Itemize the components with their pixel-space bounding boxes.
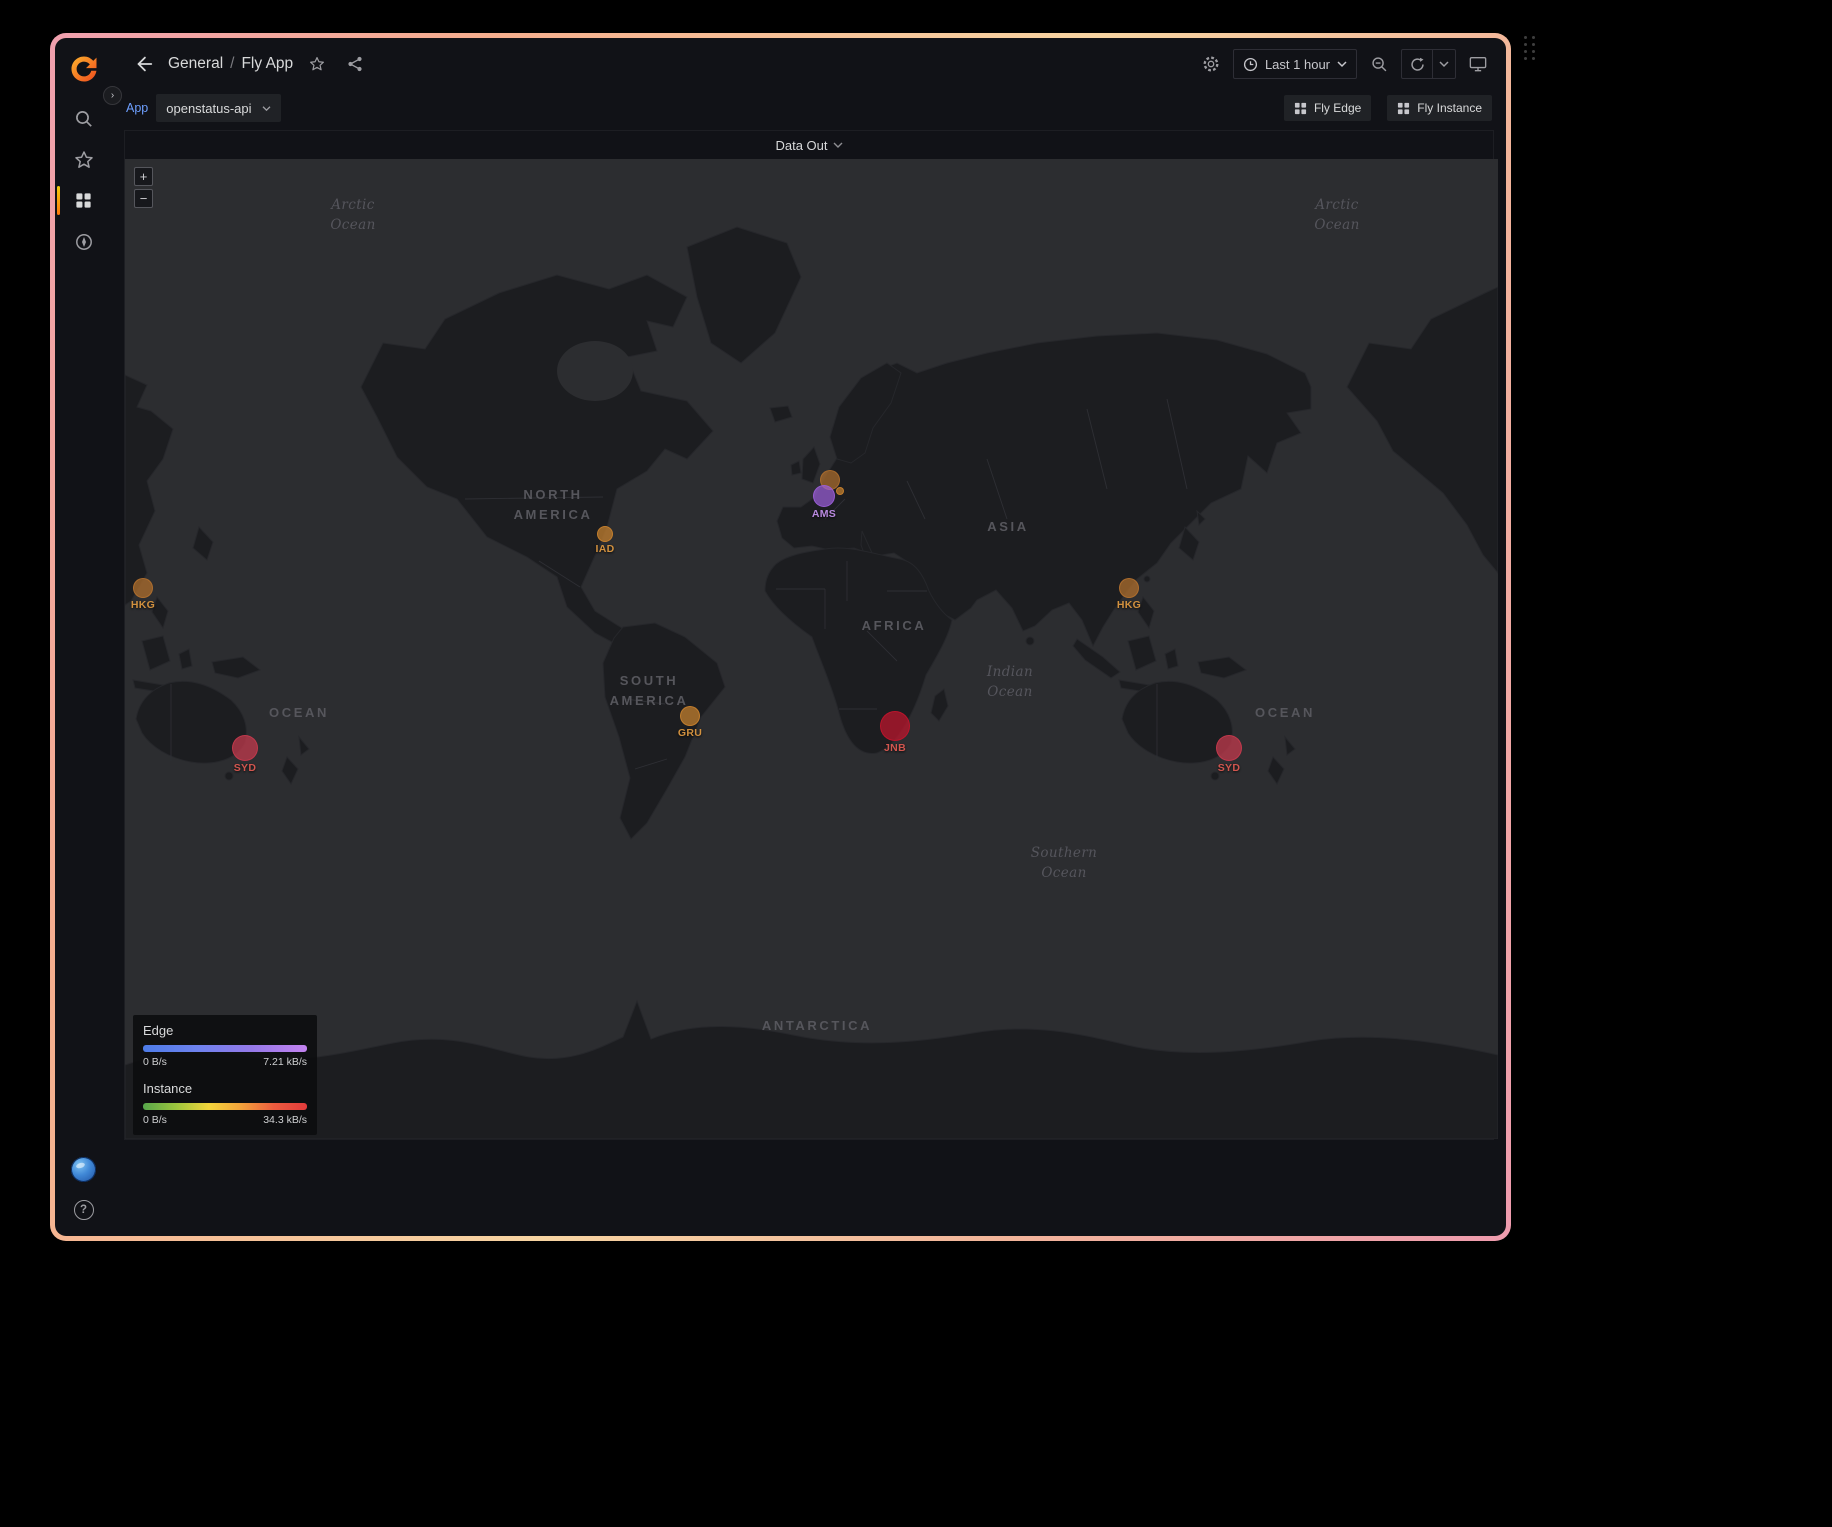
main-area: General / Fly App bbox=[112, 38, 1506, 1236]
dashboard-link-fly-edge[interactable]: Fly Edge bbox=[1284, 95, 1371, 121]
sidebar-item-search[interactable] bbox=[55, 98, 112, 139]
breadcrumb: General / Fly App bbox=[168, 55, 293, 73]
refresh-button[interactable] bbox=[1402, 50, 1432, 78]
submenu-bar: App openstatus-api Fly Edge bbox=[112, 90, 1506, 126]
map-legend: Edge 0 B/s 7.21 kB/s Instance 0 B/s bbox=[133, 1015, 317, 1135]
map-marker-hkg[interactable] bbox=[1119, 578, 1139, 598]
sidebar-item-dashboards[interactable] bbox=[55, 180, 112, 221]
breadcrumb-section[interactable]: General bbox=[168, 55, 223, 73]
legend-min: 0 B/s bbox=[143, 1114, 167, 1126]
instance-gradient-bar bbox=[143, 1103, 307, 1110]
refresh-icon bbox=[1410, 57, 1425, 72]
map-marker-ams[interactable] bbox=[813, 485, 835, 507]
legend-section-edge: Edge 0 B/s 7.21 kB/s bbox=[143, 1023, 307, 1068]
chevron-down-icon bbox=[262, 105, 271, 112]
favorite-dashboard-button[interactable] bbox=[303, 50, 331, 78]
grafana-logo-icon bbox=[69, 54, 99, 84]
monitor-icon bbox=[1469, 55, 1487, 73]
map-zoom-in-button[interactable]: + bbox=[134, 167, 153, 186]
clock-icon bbox=[1243, 57, 1258, 72]
legend-max: 34.3 kB/s bbox=[263, 1114, 307, 1126]
basemap bbox=[125, 159, 1498, 1139]
magnifier-minus-icon bbox=[1371, 56, 1388, 73]
sidebar-item-starred[interactable] bbox=[55, 139, 112, 180]
time-range-label: Last 1 hour bbox=[1265, 57, 1330, 72]
apps-small-icon bbox=[1294, 102, 1307, 115]
variable-label: App bbox=[126, 101, 148, 115]
map-marker-syd[interactable] bbox=[232, 735, 258, 761]
chevron-down-icon bbox=[833, 141, 843, 149]
share-dashboard-button[interactable] bbox=[341, 50, 369, 78]
time-range-picker[interactable]: Last 1 hour bbox=[1233, 49, 1357, 79]
refresh-interval-dropdown[interactable] bbox=[1433, 50, 1455, 78]
map-marker[interactable] bbox=[836, 487, 844, 495]
expand-sidebar-button[interactable]: › bbox=[103, 86, 122, 105]
legend-section-instance: Instance 0 B/s 34.3 kB/s bbox=[143, 1081, 307, 1126]
dashboard-header: General / Fly App bbox=[112, 38, 1506, 90]
apps-icon bbox=[74, 191, 93, 210]
edge-gradient-bar bbox=[143, 1045, 307, 1052]
dashboard-link-label: Fly Edge bbox=[1314, 101, 1361, 115]
map-marker-iad[interactable] bbox=[597, 526, 613, 542]
map-marker-syd[interactable] bbox=[1216, 735, 1242, 761]
search-icon bbox=[74, 109, 94, 129]
breadcrumb-separator: / bbox=[230, 55, 234, 73]
app-variable-value: openstatus-api bbox=[166, 101, 251, 116]
legend-max: 7.21 kB/s bbox=[263, 1056, 307, 1068]
sidebar: ? bbox=[55, 38, 112, 1236]
map-marker-jnb[interactable] bbox=[880, 711, 910, 741]
map-marker-hkg[interactable] bbox=[133, 578, 153, 598]
zoom-out-time-button[interactable] bbox=[1365, 50, 1393, 78]
panel-title: Data Out bbox=[775, 138, 827, 153]
help-button[interactable]: ? bbox=[74, 1200, 94, 1220]
star-outline-icon bbox=[309, 56, 325, 72]
help-glyph: ? bbox=[80, 1204, 87, 1216]
world-map[interactable]: + − Arctic OceanArctic OceanNORTH AMERIC… bbox=[125, 159, 1498, 1139]
map-zoom-out-button[interactable]: − bbox=[134, 189, 153, 208]
chevron-down-icon bbox=[1337, 60, 1347, 68]
window-drag-handle bbox=[1524, 36, 1536, 60]
chevron-right-icon: › bbox=[111, 90, 114, 101]
star-icon bbox=[74, 150, 94, 170]
breadcrumb-page: Fly App bbox=[241, 55, 293, 73]
app-window-frame: ? › General / Fly App bbox=[50, 33, 1511, 1241]
share-icon bbox=[347, 56, 363, 72]
back-arrow-icon bbox=[134, 54, 154, 74]
sidebar-item-explore[interactable] bbox=[55, 221, 112, 262]
gear-icon bbox=[1202, 55, 1220, 73]
compass-icon bbox=[74, 232, 94, 252]
app-variable-select[interactable]: openstatus-api bbox=[156, 94, 280, 122]
refresh-control bbox=[1401, 49, 1456, 79]
dashboard-links: Fly Edge Fly Instance bbox=[1284, 95, 1492, 121]
geomap-panel: Data Out bbox=[124, 130, 1494, 1140]
grafana-window: ? › General / Fly App bbox=[55, 38, 1506, 1236]
legend-min: 0 B/s bbox=[143, 1056, 167, 1068]
panel-title-bar[interactable]: Data Out bbox=[125, 131, 1493, 159]
legend-title: Edge bbox=[143, 1023, 307, 1038]
header-actions: Last 1 hour bbox=[1197, 49, 1492, 79]
apps-small-icon bbox=[1397, 102, 1410, 115]
back-button[interactable] bbox=[130, 50, 158, 78]
chevron-down-icon bbox=[1439, 60, 1449, 68]
tv-mode-button[interactable] bbox=[1464, 50, 1492, 78]
org-avatar[interactable] bbox=[71, 1157, 96, 1182]
dashboard-link-label: Fly Instance bbox=[1417, 101, 1482, 115]
grafana-logo[interactable] bbox=[67, 52, 101, 86]
dashboard-link-fly-instance[interactable]: Fly Instance bbox=[1387, 95, 1492, 121]
dashboard-settings-button[interactable] bbox=[1197, 50, 1225, 78]
map-zoom-controls: + − bbox=[134, 167, 153, 208]
map-marker-gru[interactable] bbox=[680, 706, 700, 726]
legend-title: Instance bbox=[143, 1081, 307, 1096]
